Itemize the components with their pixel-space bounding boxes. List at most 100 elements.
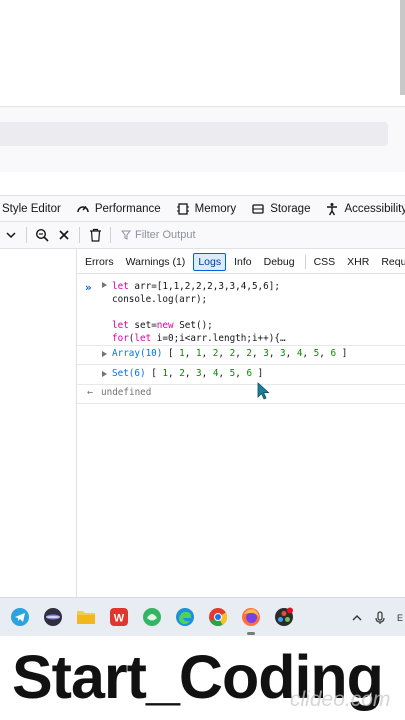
log-number: 4 bbox=[296, 348, 303, 359]
log-number: 2 bbox=[246, 348, 253, 359]
console-toolbar: Filter Output bbox=[0, 222, 405, 249]
code-line: for(let i=0;i<arr.length;i++){… bbox=[112, 333, 286, 344]
code-line: let set=new Set(); bbox=[112, 320, 213, 331]
log-number: 6 bbox=[246, 368, 253, 379]
tab-accessibility[interactable]: Accessibility bbox=[324, 201, 405, 217]
toolbar-divider bbox=[79, 227, 80, 243]
toolbar-divider bbox=[26, 227, 27, 243]
page-input-bar[interactable] bbox=[0, 122, 388, 146]
filter-tab-css[interactable]: CSS bbox=[310, 254, 340, 270]
log-type: Array(10) bbox=[112, 348, 163, 359]
code-text: set=new Set(); bbox=[134, 320, 213, 331]
tab-label: Storage bbox=[270, 202, 311, 215]
log-number: 1 bbox=[179, 348, 185, 359]
console-log-row[interactable]: Set(6) [ 1, 2, 3, 4, 5, 6 ] bbox=[77, 365, 405, 384]
log-items: 1, 1, 2, 2, 2, 3, 3, 4, 5, 6 bbox=[179, 348, 337, 359]
firefox-icon[interactable] bbox=[238, 604, 264, 635]
toolbar-divider bbox=[110, 227, 111, 243]
console-log-row[interactable]: Array(10) [ 1, 1, 2, 2, 2, 3, 3, 4, 5, 6… bbox=[77, 345, 405, 364]
log-type: Set(6) bbox=[112, 368, 146, 379]
accessibility-icon bbox=[324, 201, 340, 217]
chevron-up-icon[interactable] bbox=[351, 612, 363, 624]
performance-icon bbox=[75, 201, 91, 217]
tab-label: Memory bbox=[194, 202, 237, 215]
obs-icon[interactable] bbox=[40, 604, 66, 630]
tab-label: Performance bbox=[94, 202, 161, 215]
console-filter-tabs: Errors Warnings (1) Logs Info Debug CSS … bbox=[77, 250, 405, 274]
log-number: 1 bbox=[162, 368, 168, 379]
web-content-area bbox=[0, 0, 405, 106]
trash-icon[interactable] bbox=[84, 224, 106, 246]
return-value: undefined bbox=[101, 387, 152, 398]
expand-arrow-icon[interactable] bbox=[102, 351, 107, 357]
expand-arrow-icon[interactable] bbox=[102, 371, 107, 377]
tab-performance[interactable]: Performance bbox=[75, 201, 161, 217]
log-number: 3 bbox=[196, 368, 202, 379]
row-divider bbox=[77, 403, 405, 404]
chevron-down-icon[interactable] bbox=[0, 224, 22, 246]
tab-style-editor[interactable]: Style Editor bbox=[2, 203, 61, 215]
expand-arrow-icon[interactable] bbox=[102, 282, 107, 288]
log-number: 2 bbox=[179, 368, 185, 379]
filter-icon bbox=[121, 230, 131, 240]
windows-taskbar: W E bbox=[0, 597, 405, 636]
log-items: 1, 2, 3, 4, 5, 6 bbox=[162, 368, 253, 379]
zoom-icon[interactable] bbox=[31, 224, 53, 246]
log-number: 3 bbox=[280, 348, 286, 359]
code-text: (let i=0;i<arr.length;i++){… bbox=[128, 333, 286, 344]
log-number: 5 bbox=[229, 368, 236, 379]
return-arrow-icon: ← bbox=[87, 387, 94, 398]
filter-divider bbox=[304, 254, 306, 269]
tray-language[interactable]: E bbox=[397, 613, 403, 623]
telegram-icon[interactable] bbox=[7, 604, 33, 630]
mouse-cursor-icon bbox=[257, 382, 270, 400]
screen: Style Editor Performance Memory Storage … bbox=[0, 0, 405, 720]
log-value: Set(6) [ 1, 2, 3, 4, 5, 6 ] bbox=[112, 368, 264, 379]
filter-tab-requests[interactable]: Requests bbox=[377, 254, 405, 270]
wps-office-icon[interactable]: W bbox=[106, 604, 132, 630]
filter-tab-debug[interactable]: Debug bbox=[260, 254, 299, 270]
console-output: » let arr=[1,1,2,2,2,3,3,4,5,6]; console… bbox=[77, 275, 405, 597]
close-icon[interactable] bbox=[53, 224, 75, 246]
tab-storage[interactable]: Storage bbox=[250, 201, 310, 217]
microphone-icon[interactable] bbox=[375, 610, 385, 625]
edge-icon[interactable] bbox=[172, 604, 198, 630]
log-number: 4 bbox=[212, 368, 219, 379]
filter-tab-xhr[interactable]: XHR bbox=[343, 254, 373, 270]
filter-output-input[interactable]: Filter Output bbox=[121, 229, 196, 241]
log-number: 3 bbox=[263, 348, 269, 359]
filter-placeholder: Filter Output bbox=[135, 229, 196, 241]
tooth-app-icon[interactable] bbox=[139, 604, 165, 630]
console-sidebar bbox=[0, 249, 77, 597]
chrome-icon[interactable] bbox=[205, 604, 231, 630]
code-line: console.log(arr); bbox=[112, 294, 208, 305]
davinci-resolve-icon[interactable] bbox=[271, 604, 297, 630]
tab-memory[interactable]: Memory bbox=[175, 201, 237, 217]
log-number: 6 bbox=[330, 348, 337, 359]
log-number: 2 bbox=[212, 348, 219, 359]
svg-text:W: W bbox=[114, 613, 125, 625]
storage-icon bbox=[250, 201, 266, 217]
video-caption: Start_Coding clideo.com bbox=[0, 636, 405, 720]
code-line: let arr=[1,1,2,2,2,3,3,4,5,6]; bbox=[112, 281, 280, 292]
console-prompt: » bbox=[85, 281, 92, 294]
log-number: 5 bbox=[313, 348, 320, 359]
file-explorer-icon[interactable] bbox=[73, 604, 99, 630]
log-value: Array(10) [ 1, 1, 2, 2, 2, 3, 3, 4, 5, 6… bbox=[112, 348, 348, 359]
code-text: arr=[1,1,2,2,2,3,3,4,5,6]; bbox=[134, 281, 280, 292]
filter-tab-warnings[interactable]: Warnings (1) bbox=[122, 254, 190, 270]
tab-label: Accessibility bbox=[344, 202, 405, 215]
filter-tab-info[interactable]: Info bbox=[230, 254, 256, 270]
console-input-entry[interactable]: » let arr=[1,1,2,2,2,3,3,4,5,6]; console… bbox=[77, 277, 405, 344]
tab-label: Style Editor bbox=[2, 202, 61, 215]
page-scrollbar[interactable] bbox=[400, 0, 405, 95]
devtools-tab-bar: Style Editor Performance Memory Storage … bbox=[0, 195, 405, 222]
watermark: clideo.com bbox=[290, 688, 391, 711]
filter-tab-logs[interactable]: Logs bbox=[193, 252, 227, 271]
memory-icon bbox=[175, 201, 191, 217]
filter-tab-errors[interactable]: Errors bbox=[81, 254, 118, 270]
system-tray: E bbox=[351, 598, 405, 637]
log-number: 2 bbox=[229, 348, 236, 359]
log-number: 1 bbox=[195, 348, 202, 359]
console-return-row: ← undefined bbox=[77, 384, 405, 403]
